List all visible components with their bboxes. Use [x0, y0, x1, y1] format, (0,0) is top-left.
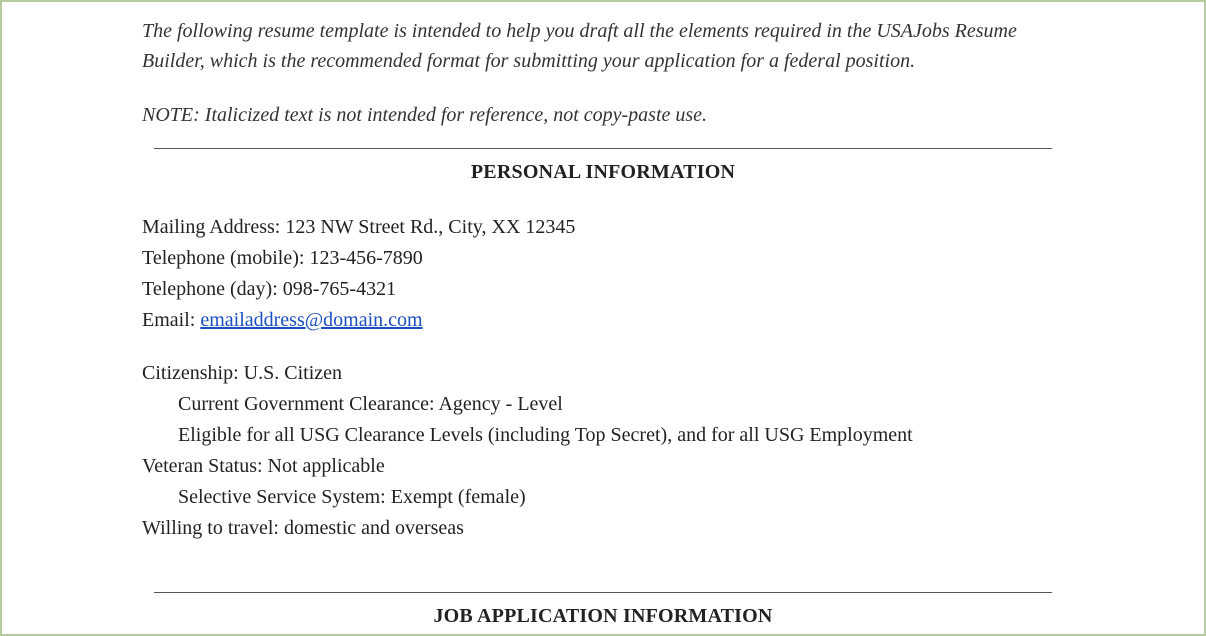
eligibility-line: Eligible for all USG Clearance Levels (i… [142, 420, 1064, 451]
intro-paragraph: The following resume template is intende… [142, 16, 1064, 76]
travel-value: domestic and overseas [284, 517, 464, 539]
telephone-day-line: Telephone (day): 098-765-4321 [142, 274, 1064, 305]
email-label: Email: [142, 309, 200, 331]
veteran-status-value: Not applicable [268, 455, 385, 477]
personal-info-block: Mailing Address: 123 NW Street Rd., City… [142, 212, 1064, 544]
citizenship-line: Citizenship: U.S. Citizen [142, 358, 1064, 389]
clearance-line: Current Government Clearance: Agency - L… [142, 389, 1064, 420]
document-content: The following resume template is intende… [2, 16, 1204, 628]
blank-line [142, 336, 1064, 358]
email-line: Email: emailaddress@domain.com [142, 305, 1064, 336]
mailing-address-line: Mailing Address: 123 NW Street Rd., City… [142, 212, 1064, 243]
document-page: The following resume template is intende… [0, 0, 1206, 636]
telephone-day-label: Telephone (day): [142, 278, 283, 300]
section-heading-job-application: JOB APPLICATION INFORMATION [142, 605, 1064, 628]
telephone-mobile-label: Telephone (mobile): [142, 247, 309, 269]
telephone-mobile-line: Telephone (mobile): 123-456-7890 [142, 243, 1064, 274]
blank-line [142, 544, 1064, 574]
telephone-mobile-value: 123-456-7890 [309, 247, 422, 269]
travel-label: Willing to travel: [142, 517, 284, 539]
divider-bottom [154, 592, 1052, 593]
note-paragraph: NOTE: Italicized text is not intended fo… [142, 100, 1064, 130]
citizenship-label: Citizenship: [142, 362, 244, 384]
mailing-address-label: Mailing Address: [142, 216, 285, 238]
mailing-address-value: 123 NW Street Rd., City, XX 12345 [285, 216, 575, 238]
citizenship-value: U.S. Citizen [244, 362, 342, 384]
travel-line: Willing to travel: domestic and overseas [142, 513, 1064, 544]
section-heading-personal: PERSONAL INFORMATION [142, 161, 1064, 184]
divider-top [154, 148, 1052, 149]
veteran-status-line: Veteran Status: Not applicable [142, 451, 1064, 482]
veteran-status-label: Veteran Status: [142, 455, 268, 477]
email-link[interactable]: emailaddress@domain.com [200, 309, 422, 331]
telephone-day-value: 098-765-4321 [283, 278, 396, 300]
selective-service-line: Selective Service System: Exempt (female… [142, 482, 1064, 513]
